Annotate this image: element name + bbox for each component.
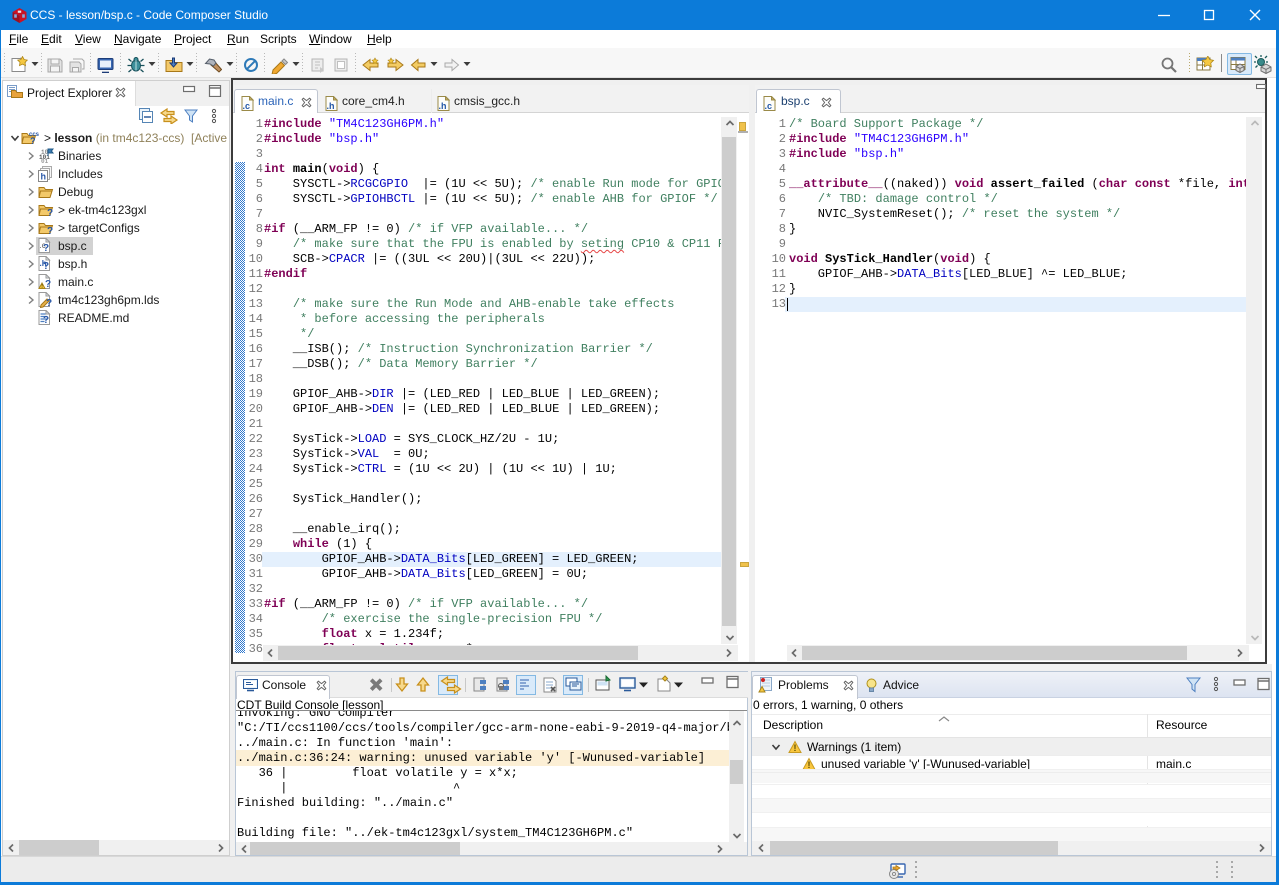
svg-text:!: ! — [794, 743, 797, 753]
